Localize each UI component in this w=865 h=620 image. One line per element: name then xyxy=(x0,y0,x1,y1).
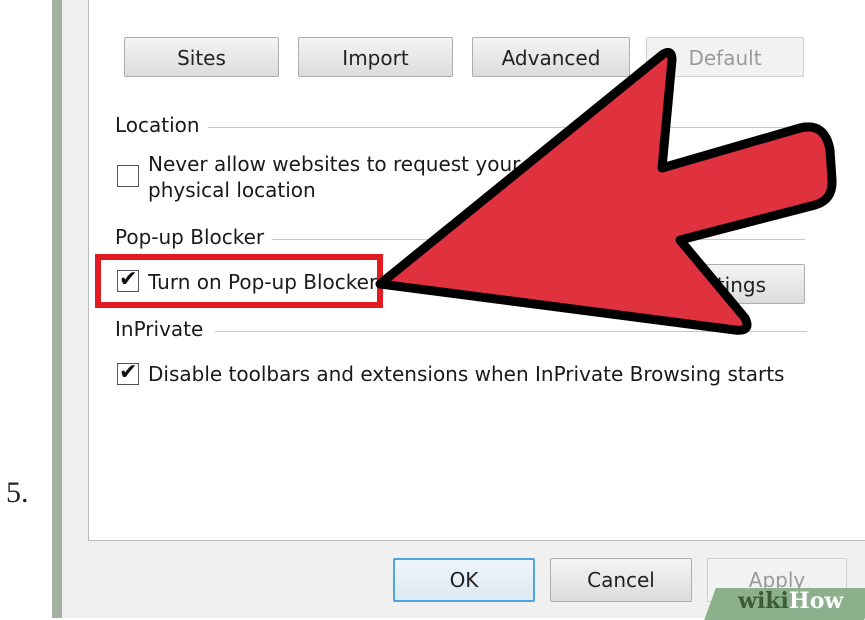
pointer-arrow-icon xyxy=(375,47,837,335)
cancel-button[interactable]: Cancel xyxy=(550,558,692,602)
ok-button[interactable]: OK xyxy=(393,558,535,602)
wikihow-watermark-text: wikiHow xyxy=(738,588,844,614)
